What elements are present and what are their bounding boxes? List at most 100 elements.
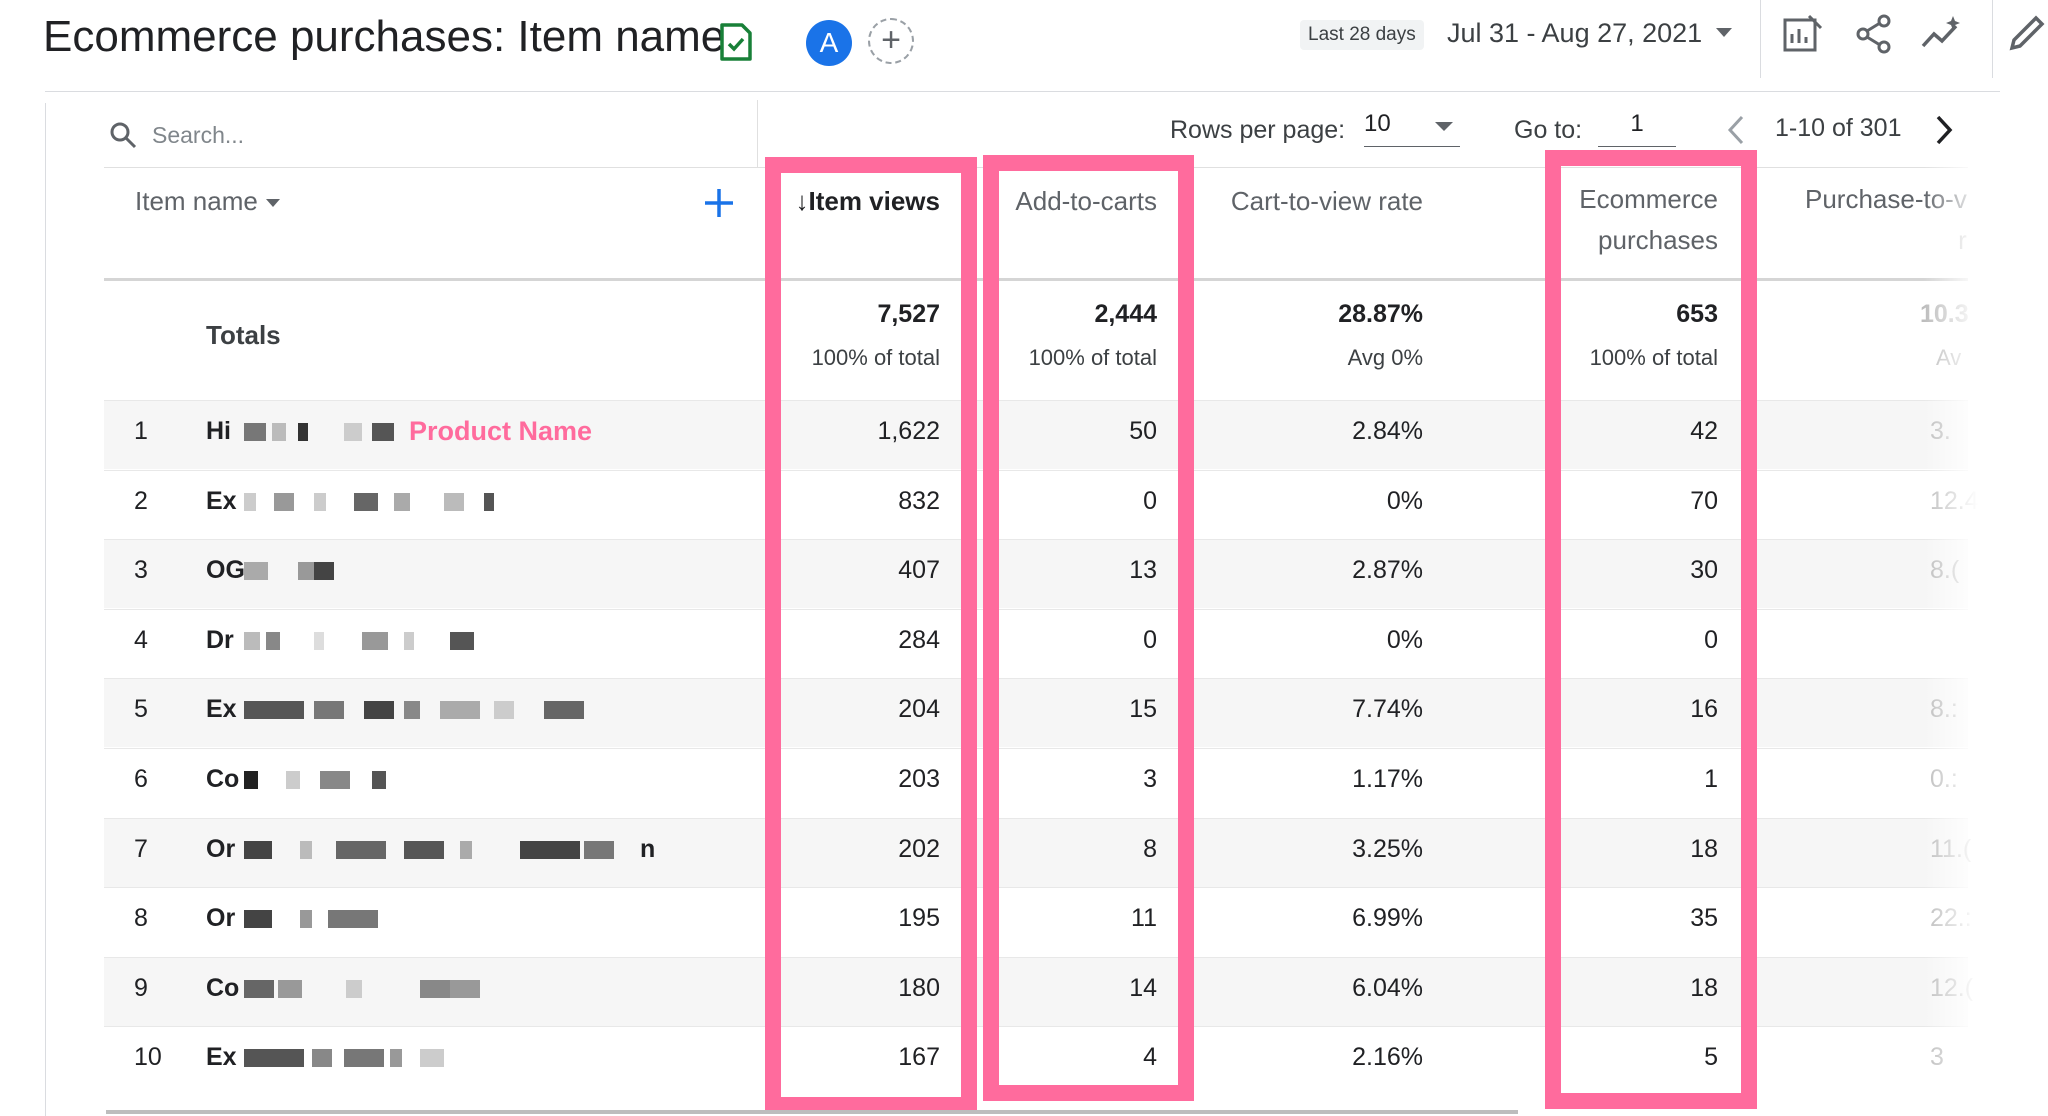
highlight-box-add-to-carts [983,155,1194,1101]
redacted-name-block [444,492,464,511]
cart-to-view-rate-cell: 0% [1386,625,1423,654]
total-cart-to-view-rate: 28.87% [1338,300,1423,328]
redacted-name-block [244,562,268,581]
redacted-name-block [244,910,272,929]
redacted-name-block [440,701,480,720]
share-icon[interactable] [1852,12,1896,56]
item-name-link[interactable]: Ex [206,695,237,724]
page-title: Ecommerce purchases: Item name [43,12,726,61]
add-dimension-icon[interactable] [702,186,736,220]
redacted-name-block [328,910,378,929]
item-name-link[interactable]: Ex [206,487,237,516]
date-range-picker[interactable]: Jul 31 - Aug 27, 2021 [1447,18,1702,49]
goto-page-input[interactable]: 1 [1598,110,1676,147]
redacted-name-block [320,771,350,789]
redacted-name-block [450,631,474,650]
cart-to-view-rate-cell: 2.16% [1352,1043,1423,1072]
redacted-name-block [404,631,414,650]
insights-icon[interactable] [1920,12,1964,56]
divider [1992,0,1993,78]
row-number: 3 [134,556,148,585]
edit-icon[interactable] [2004,12,2048,56]
row-gap [640,750,760,816]
redacted-name-block [404,701,420,720]
redacted-name-block [298,423,308,441]
add-comparison-icon[interactable]: + [868,18,914,64]
comparison-avatar[interactable]: A [806,20,852,66]
redacted-name-block [420,979,450,998]
cart-to-view-rate-cell: 7.74% [1352,695,1423,724]
redacted-name-block [394,492,410,511]
row-gap [640,402,760,468]
customize-report-icon[interactable] [1781,12,1825,56]
row-gap [640,541,760,608]
redacted-name-block [390,1049,402,1068]
product-name-annotation: Product Name [409,416,593,446]
totals-label: Totals [206,320,281,350]
redacted-name-block [300,910,312,929]
redacted-name-block [450,979,480,998]
redacted-name-block [314,701,344,720]
goto-label: Go to: [1514,116,1583,144]
chevron-down-icon[interactable] [1716,28,1732,37]
redacted-name-block [244,1049,304,1068]
item-name-link[interactable]: OG [206,556,245,585]
total-cart-to-view-rate-avg: Avg 0% [1347,345,1423,370]
row-number: 1 [134,417,148,445]
row-gap [640,1028,760,1095]
redacted-name-block [362,631,388,650]
redacted-name-block [244,492,256,511]
redacted-name-block [372,423,394,441]
scroll-fade [1924,150,1978,1116]
redacted-name-block [544,701,584,720]
row-number: 6 [134,765,148,793]
redacted-name-block [354,492,378,511]
row-number: 7 [134,834,148,863]
row-gap [640,889,760,956]
redacted-name-block [314,562,334,581]
item-name-link[interactable]: Ex [206,1043,237,1072]
item-name-link[interactable]: Or [206,835,235,864]
redacted-name-block [460,840,472,859]
item-name-link[interactable]: Dr [206,626,234,655]
redacted-name-block [244,701,304,720]
chevron-down-icon[interactable] [1435,122,1453,131]
redacted-name-block [420,1049,444,1068]
row-number: 4 [134,625,148,654]
dimension-header[interactable]: Item name [135,181,280,222]
redacted-name-block [484,492,494,511]
redacted-name-block [372,771,386,789]
redacted-name-block [244,840,272,859]
cart-to-view-rate-cell: 3.25% [1352,834,1423,863]
redacted-name-block [300,840,312,859]
redacted-name-block [404,840,444,859]
chevron-down-icon[interactable] [265,199,280,208]
row-gap [640,958,760,1025]
redacted-name-block [344,1049,384,1068]
row-gap [640,819,760,886]
redacted-name-block [494,701,514,720]
divider [1760,0,1761,78]
highlight-box-item-views [765,157,977,1113]
sheet-check-icon[interactable] [718,22,754,62]
previous-page-icon[interactable] [1722,113,1750,147]
divider [757,100,758,168]
item-name-link[interactable]: Or [206,904,235,933]
item-name-link[interactable]: Co [206,765,239,794]
column-header-cart-to-view-rate[interactable]: Cart-to-view rate [1200,181,1423,222]
item-name-link[interactable]: Hi [206,417,231,446]
row-number: 5 [134,695,148,724]
redacted-name-block [272,423,286,441]
search-input[interactable] [150,114,574,156]
redacted-name-block [286,771,300,789]
rows-per-page-value: 10 [1364,110,1391,137]
item-name-link[interactable]: Co [206,974,239,1003]
redacted-name-block [314,492,326,511]
next-page-icon[interactable] [1930,113,1958,147]
row-number: 9 [134,973,148,1002]
row-number: 2 [134,486,148,515]
date-preset-chip[interactable]: Last 28 days [1300,20,1424,50]
horizontal-scrollbar[interactable] [106,1110,1518,1114]
row-gap [640,471,760,538]
cart-to-view-rate-cell: 0% [1386,486,1423,515]
